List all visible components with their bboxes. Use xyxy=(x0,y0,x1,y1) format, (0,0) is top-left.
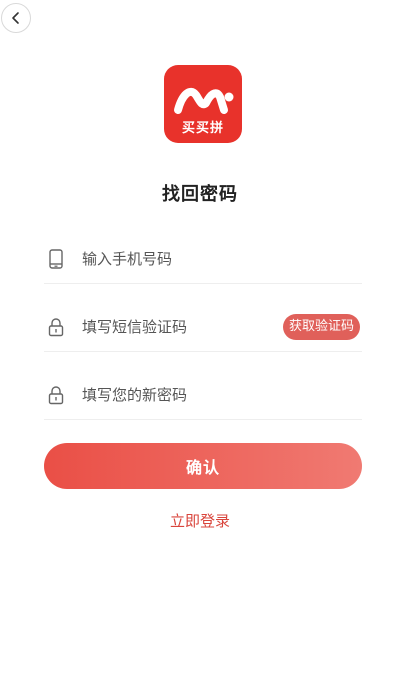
app-logo: 买买拼 xyxy=(164,65,242,143)
new-password-field xyxy=(44,370,362,420)
get-code-button[interactable]: 获取验证码 xyxy=(282,313,360,340)
login-link[interactable]: 立即登录 xyxy=(0,510,400,531)
logo-text: 买买拼 xyxy=(181,121,224,136)
lock-icon xyxy=(46,384,66,406)
phone-input[interactable] xyxy=(82,234,302,284)
sms-code-field: 获取验证码 xyxy=(44,302,362,352)
phone-icon xyxy=(46,248,66,270)
new-password-input[interactable] xyxy=(82,370,302,420)
back-button[interactable] xyxy=(1,3,31,33)
sms-code-input[interactable] xyxy=(82,302,302,352)
page-title: 找回密码 xyxy=(162,184,238,205)
confirm-button[interactable]: 确认 xyxy=(44,443,362,489)
chevron-left-icon xyxy=(10,11,22,25)
phone-field xyxy=(44,234,362,284)
lock-icon xyxy=(46,316,66,338)
